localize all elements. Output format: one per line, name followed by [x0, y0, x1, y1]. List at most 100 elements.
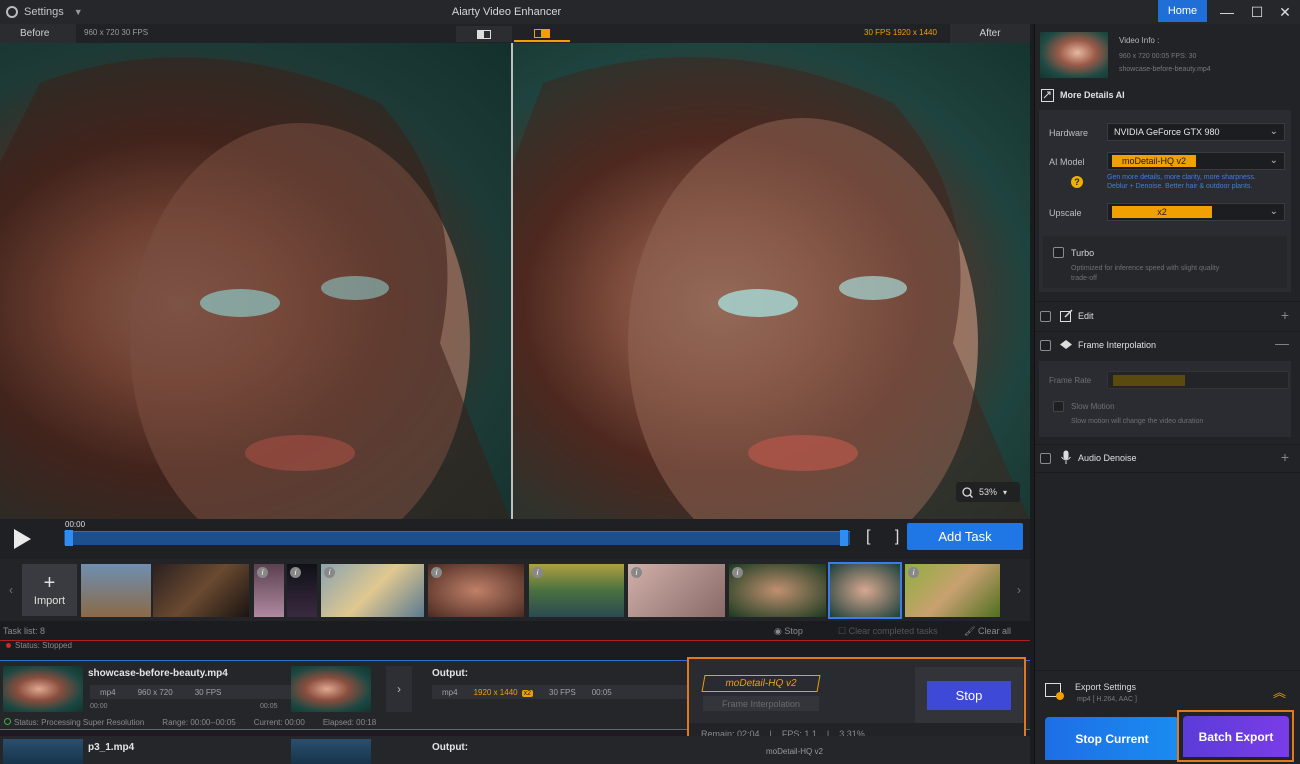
- media-thumb[interactable]: i: [729, 564, 826, 617]
- before-preview-image: [0, 43, 511, 519]
- add-task-button[interactable]: Add Task: [907, 523, 1023, 550]
- in-out-bracket-icon[interactable]: [ ]: [866, 528, 909, 546]
- frame-rate-select[interactable]: [1107, 371, 1289, 389]
- ai-model-select[interactable]: moDetail-HQ v2 ⌄: [1107, 152, 1285, 170]
- divider: [1035, 444, 1300, 445]
- task-output-meta: mp4 1920 x 1440 x2 30 FPS 00:05: [432, 685, 687, 699]
- source-time-end: 00:05: [260, 703, 278, 710]
- timeline-bar: 00:00 [ ] Add Task: [0, 519, 1030, 559]
- import-button[interactable]: + Import: [22, 564, 77, 616]
- hardware-label: Hardware: [1049, 128, 1089, 138]
- source-time-start: 00:00: [90, 703, 108, 710]
- home-button[interactable]: Home: [1158, 0, 1207, 22]
- slow-motion-checkbox[interactable]: [1053, 401, 1064, 412]
- edit-label: Edit: [1078, 311, 1094, 321]
- audio-denoise-checkbox[interactable]: [1040, 453, 1051, 464]
- clear-all-label: Clear all: [977, 626, 1011, 636]
- clear-all-button[interactable]: 🖌 Clear all: [964, 626, 1011, 637]
- chevron-right-icon[interactable]: ›: [1010, 559, 1028, 621]
- settings-panel: Video Info : 960 x 720 00:05 FPS: 30 sho…: [1034, 24, 1300, 764]
- batch-export-button[interactable]: Batch Export: [1183, 716, 1289, 757]
- frame-interpolation-icon: [1060, 340, 1072, 349]
- frame-interpolation-label: Frame Interpolation: [1078, 340, 1157, 350]
- zoom-control[interactable]: 53% ▾: [956, 482, 1020, 502]
- info-icon[interactable]: i: [431, 567, 442, 578]
- timeline-track[interactable]: [64, 531, 850, 545]
- zoom-value: 53%: [979, 487, 998, 497]
- zoom-icon: [962, 486, 973, 498]
- info-icon[interactable]: i: [631, 567, 642, 578]
- media-thumb[interactable]: i: [628, 564, 725, 617]
- info-icon[interactable]: i: [290, 567, 301, 578]
- close-button[interactable]: ✕: [1270, 0, 1300, 24]
- audio-denoise-header[interactable]: Audio Denoise +: [1035, 446, 1300, 470]
- task-list-stop-button[interactable]: ◉ Stop: [774, 626, 803, 637]
- chevron-down-icon: ⌄: [1269, 206, 1278, 217]
- turbo-box: Turbo Optimized for inference speed with…: [1043, 236, 1287, 288]
- chevron-down-icon: ⌄: [1269, 126, 1278, 137]
- frame-rate-value-bar: [1113, 375, 1185, 386]
- media-thumb[interactable]: [153, 564, 249, 617]
- task-status-line: Status: Processing Super Resolution Rang…: [0, 715, 690, 729]
- media-thumb[interactable]: i: [254, 564, 284, 617]
- info-icon[interactable]: i: [257, 567, 268, 578]
- task-source-thumb: [3, 666, 83, 712]
- chevron-down-icon: ⌄: [1269, 155, 1278, 166]
- chevron-left-icon[interactable]: ‹: [2, 559, 20, 621]
- stop-current-button[interactable]: Stop Current: [1045, 717, 1179, 760]
- maximize-button[interactable]: ☐: [1242, 0, 1272, 24]
- frame-interpolation-header[interactable]: Frame Interpolation —: [1035, 333, 1300, 357]
- single-view-toggle[interactable]: [456, 26, 512, 42]
- info-icon[interactable]: i: [908, 567, 919, 578]
- media-thumb[interactable]: i: [287, 564, 317, 617]
- hardware-value: NVIDIA GeForce GTX 980: [1114, 127, 1220, 137]
- upscale-select[interactable]: x2 ⌄: [1107, 203, 1285, 221]
- plus-icon: +: [43, 572, 56, 594]
- task-output-thumb: [291, 666, 371, 712]
- minus-icon[interactable]: —: [1275, 335, 1289, 351]
- media-thumb[interactable]: [81, 564, 151, 617]
- plus-icon[interactable]: +: [1281, 449, 1289, 465]
- preview-header: Before 960 x 720 30 FPS 30 FPS 1920 x 14…: [0, 24, 1030, 43]
- media-thumb[interactable]: i: [905, 564, 1000, 617]
- frame-rate-label: Frame Rate: [1049, 376, 1092, 385]
- task-source-meta: mp4 960 x 720 30 FPS: [90, 685, 310, 699]
- clear-completed-button[interactable]: ☐ Clear completed tasks: [838, 626, 938, 637]
- more-details-header: More Details AI: [1035, 83, 1300, 107]
- trim-start-handle[interactable]: [65, 530, 73, 546]
- chevron-up-icon[interactable]: ︽: [1273, 682, 1286, 701]
- export-settings[interactable]: Export Settings mp4 [ H.264, AAC ] ︽: [1035, 672, 1300, 712]
- task-status-text: Status: Processing Super Resolution: [14, 717, 145, 727]
- info-icon[interactable]: i: [732, 567, 743, 578]
- media-thumb-selected[interactable]: [828, 562, 902, 619]
- task-row[interactable]: p3_1.mp4 Output: moDetail-HQ v2: [0, 736, 1030, 764]
- export-settings-value: mp4 [ H.264, AAC ]: [1077, 696, 1137, 703]
- help-icon[interactable]: ?: [1071, 176, 1083, 188]
- media-thumb[interactable]: i: [428, 564, 524, 617]
- play-icon[interactable]: [14, 529, 31, 549]
- task-status: Status: Processing Super Resolution: [4, 717, 145, 727]
- plus-icon[interactable]: +: [1281, 307, 1289, 323]
- info-icon[interactable]: i: [324, 567, 335, 578]
- stop-button[interactable]: Stop: [927, 681, 1011, 710]
- edit-section-header[interactable]: Edit +: [1035, 304, 1300, 328]
- edit-checkbox[interactable]: [1040, 311, 1051, 322]
- frame-interpolation-box: Frame Rate Slow Motion Slow motion will …: [1039, 361, 1291, 437]
- after-info: 30 FPS 1920 x 1440: [864, 28, 937, 37]
- split-view-toggle[interactable]: [514, 26, 570, 42]
- info-icon[interactable]: i: [532, 567, 543, 578]
- before-label: Before: [0, 24, 76, 43]
- video-info-details: 960 x 720 00:05 FPS: 30: [1119, 53, 1197, 60]
- minimize-button[interactable]: —: [1212, 0, 1242, 24]
- media-thumb[interactable]: i: [321, 564, 424, 617]
- hardware-select[interactable]: NVIDIA GeForce GTX 980 ⌄: [1107, 123, 1285, 141]
- media-thumb[interactable]: i: [529, 564, 624, 617]
- media-strip: ‹ + Import i i i i i i i i ›: [0, 559, 1030, 621]
- task-file-name: p3_1.mp4: [88, 742, 135, 753]
- audio-denoise-label: Audio Denoise: [1078, 453, 1137, 463]
- divider: [1035, 301, 1300, 302]
- trim-end-handle[interactable]: [840, 530, 848, 546]
- upscale-badge: x2: [521, 689, 534, 697]
- frame-interpolation-checkbox[interactable]: [1040, 340, 1051, 351]
- turbo-checkbox[interactable]: [1053, 247, 1064, 258]
